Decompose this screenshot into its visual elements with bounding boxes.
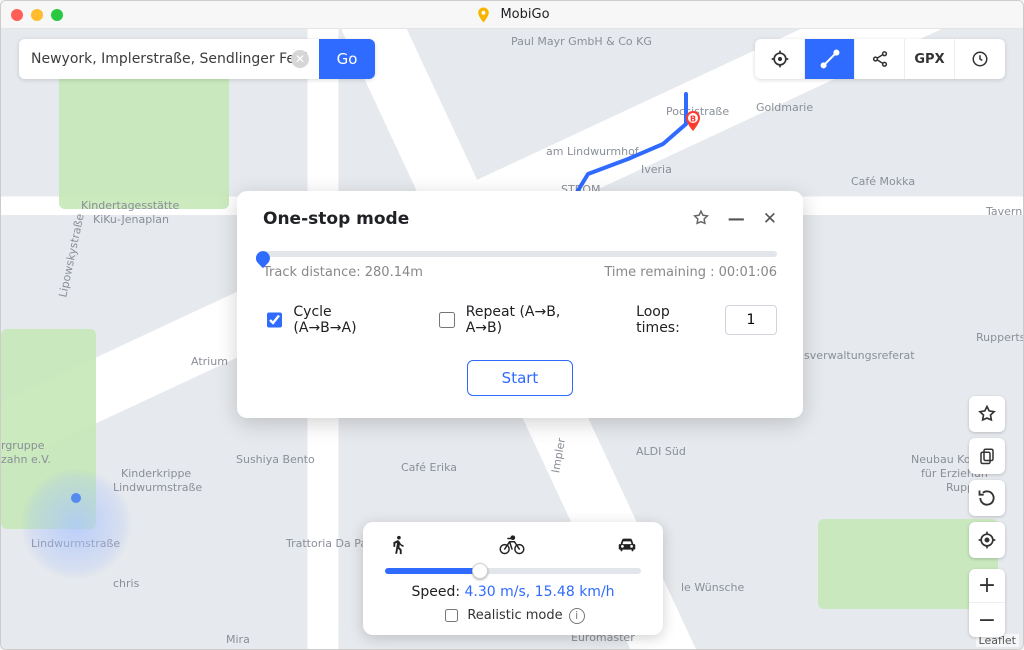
walk-mode-icon[interactable]	[387, 534, 409, 556]
repeat-input[interactable]	[439, 312, 454, 328]
loop-input[interactable]	[725, 305, 777, 335]
search-bar: ✕ Go	[19, 39, 375, 79]
map-park	[59, 64, 229, 209]
undo-button[interactable]	[969, 480, 1005, 516]
realistic-label: Realistic mode	[467, 608, 562, 623]
search-input[interactable]	[19, 39, 319, 79]
zoom-out-button[interactable]: −	[969, 603, 1005, 637]
cycle-input[interactable]	[267, 312, 282, 328]
app-icon	[474, 6, 492, 24]
share-button[interactable]	[855, 39, 905, 79]
zoom-control: + −	[969, 569, 1005, 637]
repeat-label: Repeat (A→B, A→B)	[466, 304, 596, 336]
repeat-checkbox[interactable]: Repeat (A→B, A→B)	[435, 304, 596, 336]
start-button[interactable]: Start	[467, 360, 574, 396]
gpx-button[interactable]: GPX	[905, 39, 955, 79]
window-zoom-button[interactable]	[51, 9, 63, 21]
cycle-label: Cycle (A→B→A)	[293, 304, 395, 336]
route-mode-button[interactable]	[805, 39, 855, 79]
bike-mode-icon[interactable]	[499, 534, 525, 556]
panel-minimize-icon[interactable]: —	[728, 209, 745, 229]
titlebar: MobiGo	[1, 1, 1023, 29]
locate-mode-button[interactable]	[755, 39, 805, 79]
clipboard-button[interactable]	[969, 438, 1005, 474]
speed-knob[interactable]	[472, 563, 488, 579]
one-stop-panel: One-stop mode — ✕ Track distance: 280.14…	[237, 191, 803, 418]
cycle-checkbox[interactable]: Cycle (A→B→A)	[263, 304, 395, 336]
speed-fill	[385, 568, 480, 574]
speed-slider[interactable]	[385, 568, 641, 574]
panel-close-icon[interactable]: ✕	[763, 209, 777, 229]
track-distance: Track distance: 280.14m	[263, 265, 423, 280]
app-title: MobiGo	[500, 7, 549, 22]
location-compass[interactable]	[21, 469, 131, 579]
speed-panel: Speed: 4.30 m/s, 15.48 km/h Realistic mo…	[363, 522, 663, 635]
window-minimize-button[interactable]	[31, 9, 43, 21]
realistic-checkbox[interactable]: Realistic mode i	[381, 606, 645, 625]
map-tools	[969, 396, 1005, 558]
info-icon[interactable]: i	[569, 608, 585, 624]
speed-readout: Speed: 4.30 m/s, 15.48 km/h	[381, 584, 645, 600]
go-button[interactable]: Go	[319, 39, 375, 79]
realistic-input[interactable]	[445, 609, 458, 622]
panel-favorite-icon[interactable]	[692, 209, 710, 229]
car-mode-icon[interactable]	[615, 534, 639, 556]
svg-text:B: B	[690, 115, 696, 124]
zoom-in-button[interactable]: +	[969, 569, 1005, 603]
loop-label: Loop times:	[636, 304, 713, 336]
favorite-button[interactable]	[969, 396, 1005, 432]
history-button[interactable]	[955, 39, 1005, 79]
recenter-button[interactable]	[969, 522, 1005, 558]
time-remaining: Time remaining : 00:01:06	[604, 265, 777, 280]
panel-title: One-stop mode	[263, 209, 409, 229]
window-close-button[interactable]	[11, 9, 23, 21]
map-marker-b[interactable]: B	[681, 109, 705, 133]
mode-toolbar: GPX	[755, 39, 1005, 79]
progress-slider[interactable]	[263, 251, 777, 257]
app-window: MobiGo Paul Mayr GmbH & Co KG VollCorner…	[0, 0, 1024, 650]
clear-search-icon[interactable]: ✕	[291, 50, 309, 68]
